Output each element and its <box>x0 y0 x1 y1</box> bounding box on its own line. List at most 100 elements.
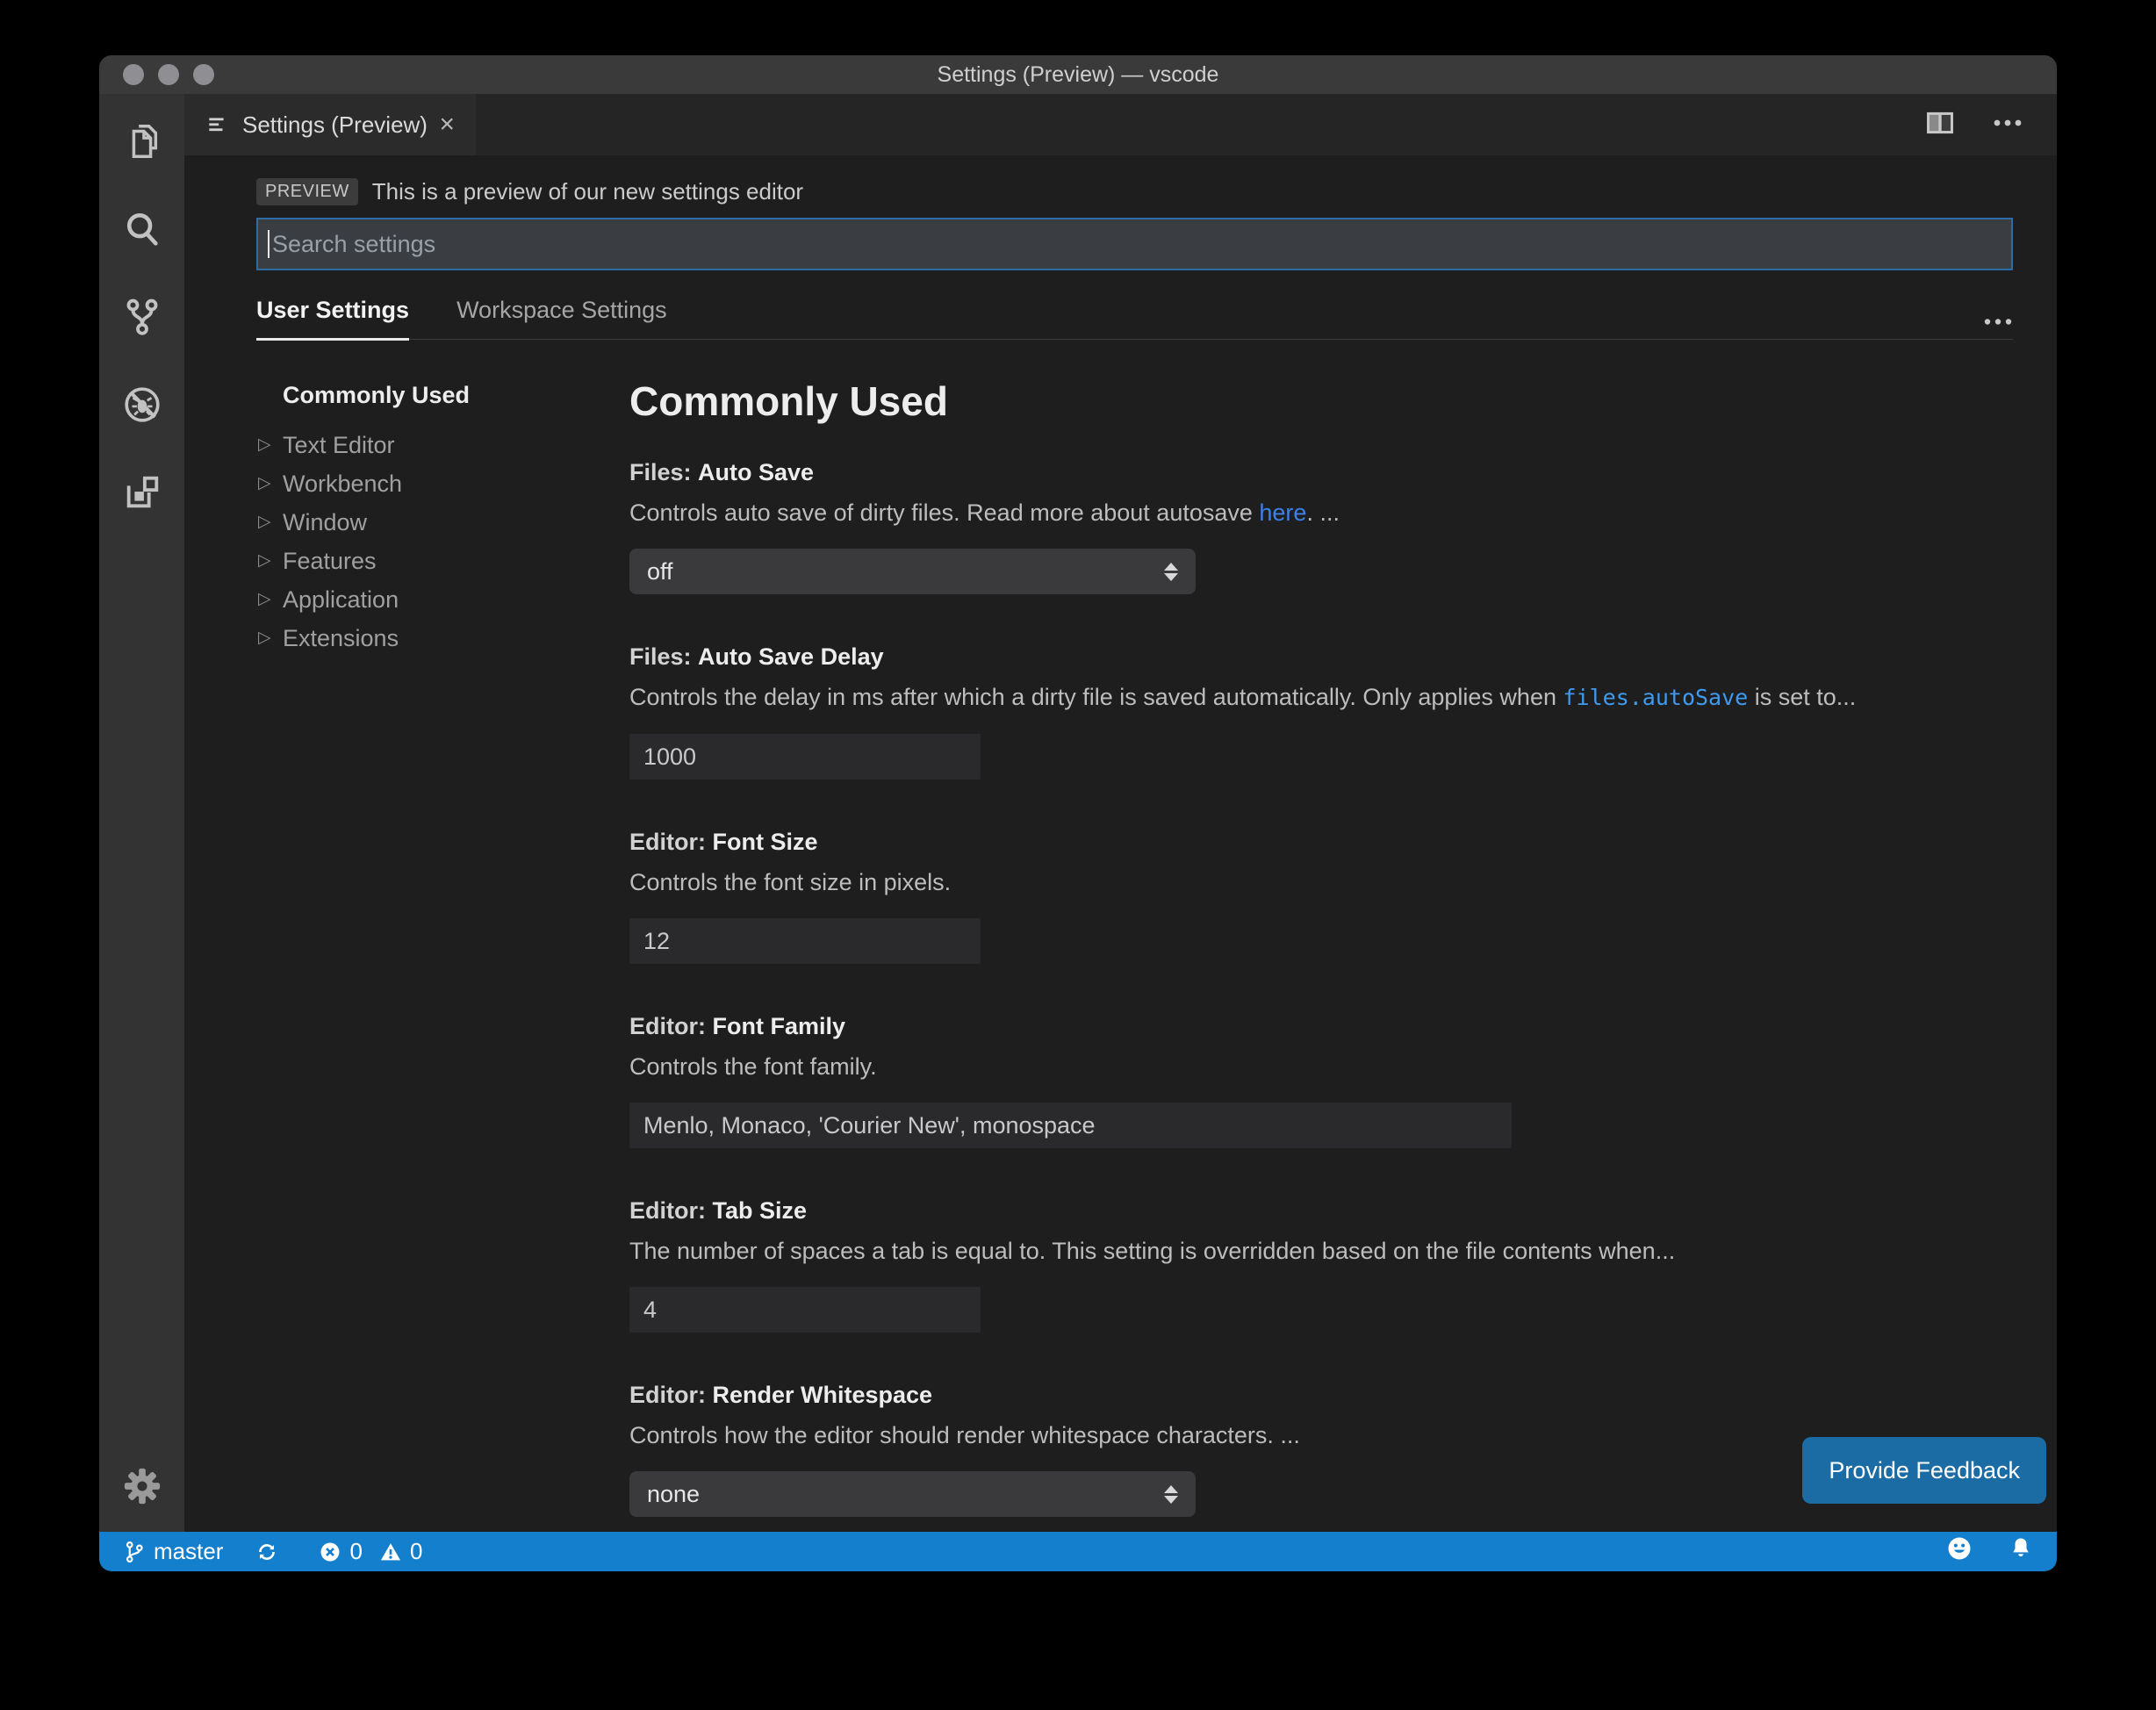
scope-tab-workspace-settings[interactable]: Workspace Settings <box>456 297 667 341</box>
toc-item-label: Application <box>283 586 399 613</box>
scope-tab-user-settings[interactable]: User Settings <box>256 297 410 341</box>
setting-label: Editor: Font Size <box>629 827 2013 857</box>
provide-feedback-button[interactable]: Provide Feedback <box>1802 1437 2046 1504</box>
setting-description-link[interactable]: here <box>1259 499 1306 526</box>
preview-banner: PREVIEW This is a preview of our new set… <box>256 178 2013 205</box>
vscode-window: Settings (Preview) — vscode Settings (Pr… <box>99 55 2057 1571</box>
settings-toc: Commonly Used ▷ Text Editor ▷ Workbench ▷ Win… <box>256 380 629 1532</box>
select-value: none <box>647 1480 701 1507</box>
debug-icon[interactable] <box>121 384 163 426</box>
feedback-smiley-icon[interactable] <box>1946 1535 1973 1568</box>
search-icon[interactable] <box>121 208 163 250</box>
settings-scope-tabs: User Settings Workspace Settings <box>256 297 2013 341</box>
setting-category: Editor: <box>629 1197 713 1224</box>
setting-description: Controls the delay in ms after which a d… <box>629 682 2013 713</box>
explorer-icon[interactable] <box>121 120 163 162</box>
toc-item-label: Window <box>283 509 368 535</box>
setting-description-text: Controls the font size in pixels. <box>629 869 952 895</box>
setting-name: Auto Save Delay <box>698 643 884 670</box>
extensions-icon[interactable] <box>121 471 163 514</box>
setting-text-input[interactable] <box>629 734 981 780</box>
split-editor-icon[interactable] <box>1925 110 1955 140</box>
tab-close-icon[interactable]: × <box>439 111 455 138</box>
setting-description: Controls auto save of dirty files. Read … <box>629 498 2013 528</box>
text-caret <box>268 230 270 258</box>
setting-control <box>629 1103 2013 1148</box>
tab-title: Settings (Preview) <box>242 111 428 138</box>
notifications-bell-icon[interactable] <box>2008 1535 2034 1568</box>
toc-item-label: Extensions <box>283 625 399 651</box>
preview-banner-text: This is a preview of our new settings ed… <box>371 178 804 205</box>
setting-control <box>629 1287 2013 1333</box>
setting-category: Files: <box>629 643 699 670</box>
toc-item-application[interactable]: ▷ Application <box>256 580 629 619</box>
toc-item-workbench[interactable]: ▷ Workbench <box>256 464 629 503</box>
toc-item-label: Features <box>283 548 377 574</box>
setting-description-text: Controls the delay in ms after which a d… <box>629 684 1563 710</box>
settings-search-input[interactable] <box>256 218 2013 270</box>
toc-item-extensions[interactable]: ▷ Extensions <box>256 619 629 657</box>
expand-arrow-icon: ▷ <box>258 435 271 454</box>
setting-name: Tab Size <box>712 1197 808 1224</box>
search-box <box>256 218 2013 270</box>
expand-arrow-icon: ▷ <box>258 590 271 608</box>
scope-more-actions-icon[interactable] <box>1983 317 2013 339</box>
activity-bar <box>99 94 184 1532</box>
setting-row: Files: Auto Save Controls auto save of di… <box>629 457 2013 594</box>
setting-control <box>629 734 2013 780</box>
setting-row: Editor: Font Family Controls the font fam… <box>629 1011 2013 1148</box>
setting-description-text: . ... <box>1306 499 1340 526</box>
zoom-window-button[interactable] <box>193 64 214 85</box>
setting-text-input[interactable] <box>629 1287 981 1333</box>
toc-item-text-editor[interactable]: ▷ Text Editor <box>256 426 629 464</box>
source-control-icon[interactable] <box>121 296 163 338</box>
warning-count: 0 <box>409 1538 423 1564</box>
status-bar: master 0 0 <box>99 1532 2057 1571</box>
setting-label: Editor: Tab Size <box>629 1196 2013 1225</box>
expand-arrow-icon: ▷ <box>258 551 271 570</box>
setting-description-text: Controls how the editor should render wh… <box>629 1422 1300 1448</box>
setting-description-code-link[interactable]: files.autoSave <box>1563 685 1748 710</box>
select-arrows-icon <box>1164 1484 1178 1504</box>
more-actions-icon[interactable] <box>1992 117 2023 133</box>
toc-item-window[interactable]: ▷ Window <box>256 503 629 542</box>
setting-select[interactable]: none <box>629 1471 1196 1517</box>
setting-description-text: is set to... <box>1748 684 1857 710</box>
editor-actions <box>1925 94 2057 155</box>
setting-row: Files: Auto Save Delay Controls the delay… <box>629 642 2013 780</box>
setting-category: Editor: <box>629 1382 713 1408</box>
setting-name: Auto Save <box>698 459 815 485</box>
close-window-button[interactable] <box>123 64 144 85</box>
select-arrows-icon <box>1164 562 1178 581</box>
sync-item[interactable] <box>255 1540 286 1564</box>
toc-item-label: Text Editor <box>283 432 395 458</box>
setting-label: Editor: Render Whitespace <box>629 1380 2013 1410</box>
setting-control: off <box>629 549 2013 594</box>
setting-description-text: Controls the font family. <box>629 1053 877 1080</box>
section-heading: Commonly Used <box>629 378 948 424</box>
setting-name: Render Whitespace <box>712 1382 933 1408</box>
settings-editor-icon <box>205 113 228 136</box>
toc-item-commonly-used[interactable]: Commonly Used <box>283 380 629 410</box>
setting-description: Controls the font size in pixels. <box>629 867 2013 897</box>
settings-gear-icon[interactable] <box>121 1465 163 1507</box>
setting-text-input[interactable] <box>629 918 981 964</box>
setting-category: Files: <box>629 459 699 485</box>
setting-text-input[interactable] <box>629 1103 1512 1148</box>
setting-select[interactable]: off <box>629 549 1196 594</box>
setting-row: Editor: Tab Size The number of spaces a t… <box>629 1196 2013 1333</box>
expand-arrow-icon: ▷ <box>258 513 271 531</box>
minimize-window-button[interactable] <box>158 64 179 85</box>
setting-description-text: Controls auto save of dirty files. Read … <box>629 499 1260 526</box>
setting-label: Editor: Font Family <box>629 1011 2013 1041</box>
tab-settings-preview[interactable]: Settings (Preview) × <box>184 94 476 155</box>
toc-item-features[interactable]: ▷ Features <box>256 542 629 580</box>
traffic-lights <box>123 64 214 85</box>
settings-editor: PREVIEW This is a preview of our new set… <box>184 155 2057 1532</box>
setting-control <box>629 918 2013 964</box>
problems-item[interactable]: 0 0 <box>318 1538 422 1565</box>
error-count: 0 <box>349 1538 363 1564</box>
tab-bar: Settings (Preview) × <box>184 94 2057 155</box>
expand-arrow-icon: ▷ <box>258 474 271 492</box>
git-branch-item[interactable]: master <box>122 1538 223 1565</box>
